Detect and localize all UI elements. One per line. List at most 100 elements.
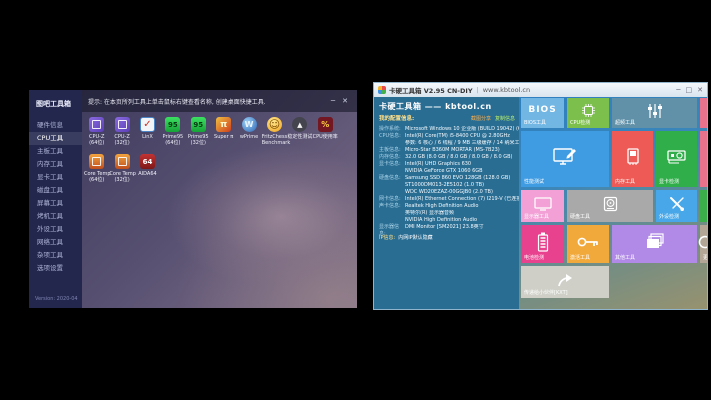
config-info-label: 我的配置信息: bbox=[379, 114, 414, 122]
tool-label2: Benchmark bbox=[262, 140, 287, 146]
tool-stability-test[interactable]: ▲ 稳定性测试 bbox=[287, 117, 312, 146]
battery-icon bbox=[537, 232, 549, 252]
tile-other-tools[interactable]: 其他工具 bbox=[612, 225, 697, 263]
sidebar-item-cpu-tools[interactable]: CPU工具 bbox=[29, 132, 82, 145]
tool-coretemp-32[interactable]: Core Temp(32位) bbox=[109, 154, 134, 183]
gpu-card-icon bbox=[667, 149, 687, 164]
usage-icon: % bbox=[318, 117, 333, 132]
tool-cpuz-64[interactable]: CPU-Z(64位) bbox=[84, 117, 109, 146]
tool-label: LinX bbox=[135, 134, 160, 140]
prime95-icon: 95 bbox=[191, 117, 206, 132]
ip-info-row: IP信息: 内网IP默认隐藏 bbox=[379, 234, 433, 241]
tool-prime95-32[interactable]: 95 Prime95(32位) bbox=[186, 117, 211, 146]
tiles-area: BIOS BIOS工具 CPU检测 超频工具 bbox=[519, 97, 707, 309]
sidebar-menu: 硬件信息 CPU工具 主板工具 内存工具 显卡工具 磁盘工具 屏幕工具 烤机工具… bbox=[29, 115, 82, 296]
tool-linx[interactable]: ✓ LinX bbox=[135, 117, 160, 146]
key-icon bbox=[577, 236, 599, 248]
tile-gpu-detect[interactable]: 显卡检测 bbox=[656, 131, 697, 187]
sidebar-item-burnin-tools[interactable]: 烤机工具 bbox=[29, 210, 82, 223]
tile-partial-2 bbox=[700, 131, 707, 187]
maximize-button[interactable]: □ bbox=[686, 86, 693, 94]
window-url: www.kbtool.cn bbox=[483, 86, 530, 94]
ram-stick-icon bbox=[627, 148, 639, 166]
bios-text-icon: BIOS bbox=[528, 105, 556, 115]
tile-activation-tools[interactable]: 激活工具 bbox=[567, 225, 609, 263]
info-row-gpu: 显卡信息: Intel(R) UHD Graphics 630NVIDIA Ge… bbox=[379, 161, 515, 175]
tile-performance-test[interactable]: 性能测试 bbox=[521, 131, 609, 187]
tile-memory-tools[interactable]: 内存工具 bbox=[612, 131, 653, 187]
close-button[interactable]: ✕ bbox=[339, 97, 351, 105]
close-button[interactable]: ✕ bbox=[697, 86, 703, 94]
tool-page-cpu: 提示: 在本页所列工具上单击鼠标右键查看名称, 创建桌面快捷工具. ─ ✕ CP… bbox=[82, 90, 357, 308]
smiley-icon: ☺ bbox=[267, 117, 282, 132]
info-row-audio: 声卡信息: Realtek High Definition Audio英特尔(R… bbox=[379, 203, 515, 224]
tool-cpuz-32[interactable]: CPU-Z(32位) bbox=[109, 117, 134, 146]
tool-aida64[interactable]: 64 AIDA64 bbox=[135, 154, 160, 183]
monitor-icon bbox=[534, 197, 552, 211]
tile-peripheral-detect[interactable]: 外设检测 bbox=[656, 190, 697, 222]
info-row-disk: 硬盘信息: Samsung SSD 860 EVO 128GB (128.0 G… bbox=[379, 175, 515, 196]
tool-prime95-64[interactable]: 95 Prime95(64位) bbox=[160, 117, 185, 146]
desktop: 图吧工具箱 硬件信息 CPU工具 主板工具 内存工具 显卡工具 磁盘工具 屏幕工… bbox=[0, 0, 711, 400]
hardware-info-list: 操作系统: Microsoft Windows 10 企业版 (BUILD 19… bbox=[379, 126, 515, 238]
sidebar-item-misc-tools[interactable]: 杂项工具 bbox=[29, 249, 82, 262]
superpi-icon: π bbox=[216, 117, 231, 132]
tile-partial-3 bbox=[700, 190, 707, 222]
tool-label2: (64位) bbox=[160, 140, 185, 146]
tool-superpi[interactable]: π Super π bbox=[211, 117, 236, 146]
triangle-icon: ▲ bbox=[292, 117, 307, 132]
cpu-chip-icon bbox=[582, 104, 595, 117]
tile-update-settings[interactable]: 更新与设置 bbox=[700, 225, 707, 263]
info-row-memory: 内存信息: 32.0 GB (8.0 GB / 8.0 GB / 8.0 GB … bbox=[379, 154, 515, 161]
title-separator: | bbox=[477, 86, 479, 94]
stacked-sheets-icon bbox=[645, 233, 665, 250]
copy-info-link[interactable]: 复制信息 bbox=[495, 115, 515, 122]
tool-cpu-usage[interactable]: % CPU使用率 bbox=[313, 117, 338, 146]
tool-grid-row-2: Core Temp(64位) Core Temp(32位) 64 AIDA64 bbox=[82, 154, 357, 183]
tool-label: AIDA64 bbox=[135, 171, 160, 177]
tile-share-to-friends[interactable]: 传递给小伙伴[KXT] bbox=[521, 266, 609, 298]
sliders-icon bbox=[647, 104, 663, 118]
tile-bios-tools[interactable]: BIOS BIOS工具 bbox=[521, 98, 564, 128]
sidebar-item-gpu-tools[interactable]: 显卡工具 bbox=[29, 171, 82, 184]
tile-disk-tools[interactable]: 硬盘工具 bbox=[567, 190, 653, 222]
refresh-icon bbox=[697, 234, 707, 250]
sidebar-item-disk-tools[interactable]: 磁盘工具 bbox=[29, 184, 82, 197]
sidebar-item-network-tools[interactable]: 网络工具 bbox=[29, 236, 82, 249]
tile-cpu-detect[interactable]: CPU检测 bbox=[567, 98, 609, 128]
tip-text: 提示: 在本页所列工具上单击鼠标右键查看名称, 创建桌面快捷工具. bbox=[88, 97, 327, 106]
tool-fritzchess[interactable]: ☺ FritzChessBenchmark bbox=[262, 117, 287, 146]
tool-coretemp-64[interactable]: Core Temp(64位) bbox=[84, 154, 109, 183]
sidebar: 图吧工具箱 硬件信息 CPU工具 主板工具 内存工具 显卡工具 磁盘工具 屏幕工… bbox=[29, 90, 82, 308]
tool-label2: (32位) bbox=[109, 177, 134, 183]
sidebar-item-screen-tools[interactable]: 屏幕工具 bbox=[29, 197, 82, 210]
cpuz-icon bbox=[115, 117, 130, 132]
tool-label: CPU使用率 bbox=[313, 134, 338, 140]
tool-label2: (64位) bbox=[84, 140, 109, 146]
sidebar-item-memory-tools[interactable]: 内存工具 bbox=[29, 158, 82, 171]
info-row-motherboard: 主板信息: Micro-Star B360M MORTAR (MS-7B23) bbox=[379, 147, 515, 154]
cpuz-icon bbox=[89, 117, 104, 132]
tool-label: 稳定性测试 bbox=[287, 134, 312, 140]
titlebar[interactable]: 卡硬工具箱 V2.95 CN-DIY | www.kbtool.cn ─ □ ✕ bbox=[374, 83, 707, 97]
tile-overclock-tools[interactable]: 超频工具 bbox=[612, 98, 697, 128]
tile-battery-detect[interactable]: 电池检测 bbox=[521, 225, 564, 263]
tool-label2: (32位) bbox=[109, 140, 134, 146]
minimize-button[interactable]: ─ bbox=[327, 97, 339, 105]
sidebar-item-peripheral-tools[interactable]: 外设工具 bbox=[29, 223, 82, 236]
panel-header: 卡硬工具箱 —— kbtool.cn bbox=[379, 101, 515, 112]
version-label: Version: 2020-04 bbox=[29, 296, 82, 308]
share-arrow-icon bbox=[557, 273, 573, 287]
tile-monitor-tools[interactable]: 显示器工具 bbox=[521, 190, 564, 222]
screenshot-share-link[interactable]: 截图分享 bbox=[471, 115, 491, 122]
minimize-button[interactable]: ─ bbox=[676, 86, 680, 94]
sidebar-item-settings[interactable]: 选项设置 bbox=[29, 262, 82, 275]
aida64-icon: 64 bbox=[140, 154, 155, 169]
tool-wprime[interactable]: W wPrime bbox=[236, 117, 261, 146]
info-row-network: 网卡信息: Intel(R) Ethernet Connection (7) I… bbox=[379, 196, 515, 203]
sidebar-item-motherboard-tools[interactable]: 主板工具 bbox=[29, 145, 82, 158]
sidebar-item-hardware-info[interactable]: 硬件信息 bbox=[29, 119, 82, 132]
system-info-panel: 卡硬工具箱 —— kbtool.cn 我的配置信息: 截图分享 复制信息 操作系… bbox=[374, 97, 519, 309]
tool-label: Super π bbox=[211, 134, 236, 140]
info-row-os: 操作系统: Microsoft Windows 10 企业版 (BUILD 19… bbox=[379, 126, 515, 133]
